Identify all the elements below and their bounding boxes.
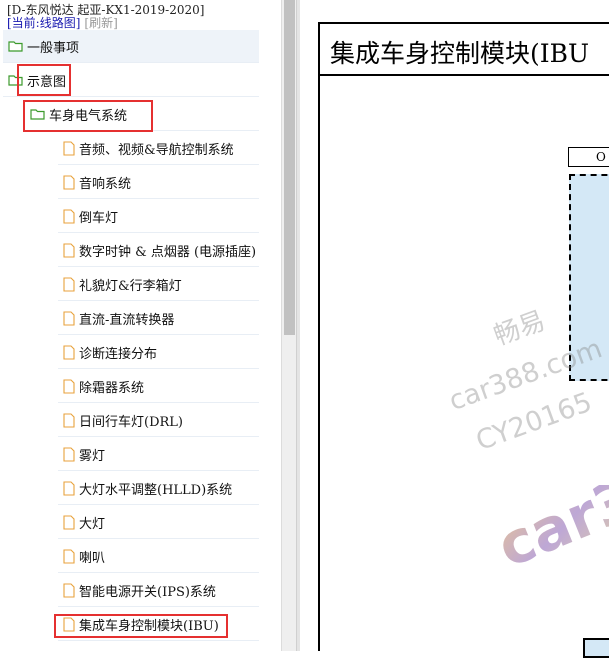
current-label: [当前: — [7, 16, 40, 30]
document-icon — [63, 242, 75, 258]
tree-item-schematic[interactable]: 示意图 — [3, 64, 259, 97]
tree-item-leaf[interactable]: 礼貌灯&行李箱灯 — [58, 268, 259, 301]
connector-box — [583, 638, 609, 658]
tree-item-general[interactable]: 一般事项 — [3, 30, 259, 63]
tree-item-leaf[interactable]: 诊断连接分布 — [58, 336, 259, 369]
tree-item-selected[interactable]: 集成车身控制模块(IBU) — [58, 608, 259, 641]
tree-item-leaf[interactable]: 智能电源开关(IPS)系统 — [58, 574, 259, 607]
document-icon — [63, 412, 75, 428]
current-value[interactable]: 线路图] — [40, 16, 81, 30]
tree-item-label: 一般事项 — [27, 40, 80, 56]
scrollbar-thumb[interactable] — [284, 0, 295, 335]
diagram-frame: 集成车身控制模块(IBU — [318, 22, 609, 651]
tree-item-label: 大灯水平调整(HLLD)系统 — [79, 482, 233, 498]
tree-item-label: 音频、视频&导航控制系统 — [79, 142, 234, 158]
tree-scrollbar[interactable] — [281, 0, 296, 651]
document-icon — [63, 174, 75, 190]
tree-item-leaf[interactable]: 直流-直流转换器 — [58, 302, 259, 335]
tree-item-label: 集成车身控制模块(IBU) — [79, 618, 219, 634]
document-icon — [63, 582, 75, 598]
tree-item-leaf[interactable]: 倒车灯 — [58, 200, 259, 233]
tree-item-label: 智能电源开关(IPS)系统 — [79, 584, 216, 600]
tree-item-label: 诊断连接分布 — [79, 346, 158, 362]
diagram-title: 集成车身控制模块(IBU — [330, 39, 590, 68]
tree-item-label: 除霜器系统 — [79, 380, 145, 396]
document-icon — [63, 276, 75, 292]
tree-item-leaf[interactable]: 日间行车灯(DRL) — [58, 404, 259, 437]
document-icon — [63, 208, 75, 224]
tree-item-label: 车身电气系统 — [49, 108, 128, 124]
document-icon — [63, 140, 75, 156]
tree-item-leaf[interactable]: 雾灯 — [58, 438, 259, 471]
tree-item-leaf[interactable]: 大灯 — [58, 506, 259, 539]
tree-item-leaf[interactable]: 数字时钟 & 点烟器 (电源插座) — [58, 234, 259, 267]
folder-open-icon — [8, 74, 23, 86]
tree-item-leaf[interactable]: 音响系统 — [58, 166, 259, 199]
tree-item-leaf[interactable]: 喇叭 — [58, 540, 259, 573]
tree-item-label: 礼貌灯&行李箱灯 — [79, 278, 182, 294]
tree-item-leaf[interactable]: 音频、视频&导航控制系统 — [58, 132, 259, 165]
folder-open-icon — [30, 108, 45, 120]
document-icon — [63, 480, 75, 496]
tree-item-label: 日间行车灯(DRL) — [79, 414, 183, 430]
document-icon — [63, 616, 75, 632]
tree-item-label: 直流-直流转换器 — [79, 312, 175, 328]
tree-item-label: 大灯 — [79, 516, 106, 532]
tree-item-label: 音响系统 — [79, 176, 132, 192]
document-title: [D-东风悦达 起亚-KX1-2019-2020] — [7, 3, 205, 17]
document-icon — [63, 514, 75, 530]
document-icon — [63, 344, 75, 360]
tree-item-leaf[interactable]: 大灯水平调整(HLLD)系统 — [58, 472, 259, 505]
refresh-link[interactable]: [刷新] — [84, 16, 117, 30]
ibu-module-box — [569, 174, 609, 381]
diagram-title-bar: 集成车身控制模块(IBU — [320, 24, 609, 76]
tree-panel: [D-东风悦达 起亚-KX1-2019-2020] [当前:线路图] [刷新] 一… — [0, 0, 281, 651]
tree-item-label: 喇叭 — [79, 550, 106, 566]
tree-item-label: 示意图 — [27, 74, 67, 90]
tree-item-body-electrical[interactable]: 车身电气系统 — [24, 98, 259, 131]
document-icon — [63, 446, 75, 462]
document-icon — [63, 548, 75, 564]
tree-item-label: 雾灯 — [79, 448, 106, 464]
diagram-panel: 集成车身控制模块(IBU — [300, 0, 609, 651]
connector-label: O — [568, 147, 609, 167]
current-location: [当前:线路图] [刷新] — [7, 16, 118, 30]
document-icon — [63, 378, 75, 394]
document-icon — [63, 310, 75, 326]
tree-item-label: 数字时钟 & 点烟器 (电源插座) — [79, 244, 257, 260]
folder-open-icon — [8, 40, 23, 52]
tree-item-label: 倒车灯 — [79, 210, 119, 226]
tree-item-leaf[interactable]: 除霜器系统 — [58, 370, 259, 403]
